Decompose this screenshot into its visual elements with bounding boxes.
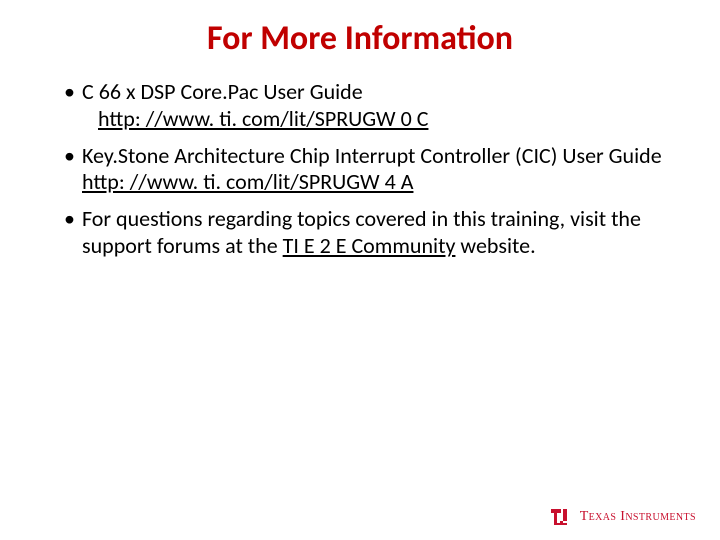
footer-brand: Texas Instruments bbox=[580, 509, 696, 525]
footer: Texas Instruments bbox=[550, 508, 696, 526]
slide-body: C 66 x DSP Core.Pac User Guide http: //w… bbox=[0, 79, 720, 260]
bullet-1-link[interactable]: http: //www. ti. com/lit/SPRUGW 0 C bbox=[98, 105, 428, 132]
bullet-2-link[interactable]: http: //www. ti. com/lit/SPRUGW 4 A bbox=[82, 168, 413, 195]
bullet-1: C 66 x DSP Core.Pac User Guide http: //w… bbox=[64, 79, 672, 133]
bullet-3-text-b: website. bbox=[455, 232, 535, 259]
bullet-3-link[interactable]: TI E 2 E Community bbox=[283, 232, 456, 259]
bullet-2-text: Key.Stone Architecture Chip Interrupt Co… bbox=[82, 142, 662, 169]
bullet-1-text: C 66 x DSP Core.Pac User Guide bbox=[82, 78, 363, 105]
bullet-3: For questions regarding topics covered i… bbox=[64, 206, 672, 260]
slide-title: For More Information bbox=[0, 0, 720, 79]
bullet-2: Key.Stone Architecture Chip Interrupt Co… bbox=[64, 143, 672, 197]
ti-logo-icon bbox=[550, 508, 572, 526]
